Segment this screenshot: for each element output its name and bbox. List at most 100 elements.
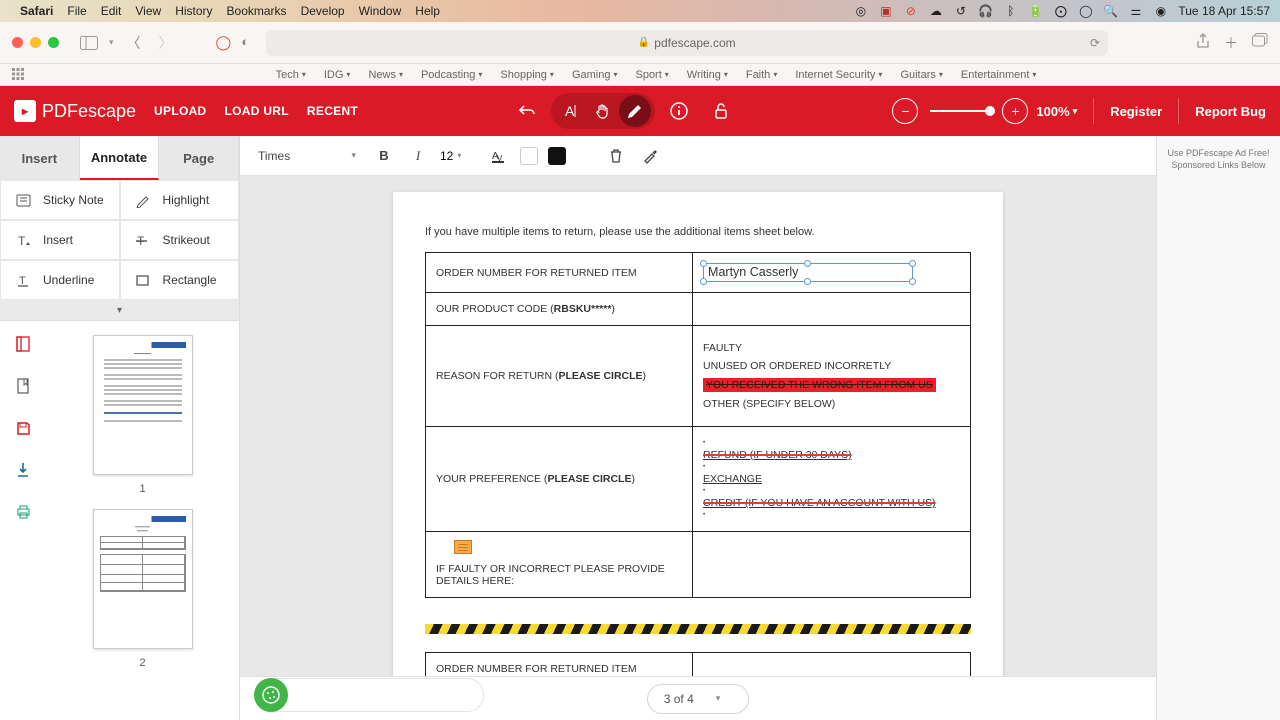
pan-tool-button[interactable] xyxy=(587,95,619,127)
resize-handle[interactable] xyxy=(804,260,811,267)
rectangle-tool[interactable]: Rectangle xyxy=(120,260,240,300)
bookmark-folder[interactable]: Writing▾ xyxy=(687,69,728,81)
ad-text[interactable]: Use PDFescape Ad Free! xyxy=(1163,148,1274,160)
opera-extension-icon[interactable]: ◯ xyxy=(216,34,232,51)
pref-option-strike[interactable]: REFUND (IF UNDER 30 DAYS) xyxy=(703,449,960,461)
text-color-button[interactable]: AV xyxy=(486,144,510,168)
bookmark-folder[interactable]: Gaming▾ xyxy=(572,69,618,81)
status-icon[interactable]: ▣ xyxy=(878,4,893,19)
sticky-note-tool[interactable]: Sticky Note xyxy=(0,180,120,220)
text-color-swatch[interactable] xyxy=(548,147,566,165)
menu-history[interactable]: History xyxy=(175,4,212,18)
page-thumbnail-2[interactable]: ━━━━━━━━━━━━ xyxy=(93,509,193,649)
menu-file[interactable]: File xyxy=(67,4,86,18)
zoom-value[interactable]: 100%▾ xyxy=(1036,104,1077,119)
lock-button[interactable] xyxy=(703,93,739,129)
new-tab-button[interactable]: ＋ xyxy=(1224,33,1238,53)
product-code-cell[interactable] xyxy=(693,293,971,326)
bookmark-folder[interactable]: Sport▾ xyxy=(635,69,668,81)
chevron-down-icon[interactable]: ▾ xyxy=(109,37,114,48)
save-button[interactable] xyxy=(14,419,32,437)
preference-cell[interactable]: • REFUND (IF UNDER 30 DAYS) • EXCHANGE •… xyxy=(693,427,971,532)
load-url-link[interactable]: LOAD URL xyxy=(225,104,289,118)
tab-page[interactable]: Page xyxy=(159,136,239,180)
menu-view[interactable]: View xyxy=(135,4,161,18)
bookmark-folder[interactable]: News▾ xyxy=(368,69,403,81)
sidebar-toggle-button[interactable] xyxy=(77,33,101,53)
editable-text-box[interactable]: Martyn Casserly xyxy=(703,263,913,282)
close-window-button[interactable] xyxy=(12,37,23,48)
zoom-out-button[interactable]: − xyxy=(892,98,918,124)
tab-insert[interactable]: Insert xyxy=(0,136,80,180)
bookmark-folder[interactable]: Faith▾ xyxy=(746,69,777,81)
upload-link[interactable]: UPLOAD xyxy=(154,104,206,118)
siri-icon[interactable]: ◉ xyxy=(1153,4,1168,19)
user-icon[interactable]: ◯ xyxy=(1078,4,1093,19)
bold-button[interactable]: B xyxy=(372,144,396,168)
menu-develop[interactable]: Develop xyxy=(301,4,345,18)
reason-option-highlighted[interactable]: YOU RECEIVED THE WRONG ITEM FROM US xyxy=(703,378,936,392)
bluetooth-icon[interactable]: ᛒ xyxy=(1003,4,1018,19)
document-scroll[interactable]: If you have multiple items to return, pl… xyxy=(240,176,1156,720)
resize-handle[interactable] xyxy=(909,278,916,285)
minimize-window-button[interactable] xyxy=(30,37,41,48)
reload-button[interactable]: ⟳ xyxy=(1090,36,1100,50)
zoom-window-button[interactable] xyxy=(48,37,59,48)
edit-tool-button[interactable] xyxy=(619,95,651,127)
wifi-icon[interactable]: ⨀ xyxy=(1053,4,1068,19)
bookmark-folder[interactable]: Guitars▾ xyxy=(900,69,942,81)
font-size-select[interactable]: 12▾ xyxy=(440,149,476,163)
italic-button[interactable]: I xyxy=(406,144,430,168)
battery-icon[interactable]: 🔋 xyxy=(1028,4,1043,19)
status-icon[interactable]: ⊘ xyxy=(903,4,918,19)
delete-button[interactable] xyxy=(604,144,628,168)
page-thumbnail-1[interactable]: ━━━━━━━ xyxy=(93,335,193,475)
menu-help[interactable]: Help xyxy=(415,4,440,18)
resize-handle[interactable] xyxy=(700,260,707,267)
recent-link[interactable]: RECENT xyxy=(307,104,358,118)
underline-tool[interactable]: TUnderline xyxy=(0,260,120,300)
text-tool-button[interactable]: A xyxy=(555,95,587,127)
shield-icon[interactable]: ◐ xyxy=(241,34,249,51)
highlight-tool[interactable]: Highlight xyxy=(120,180,240,220)
bookmark-folder[interactable]: IDG▾ xyxy=(324,69,351,81)
bookmark-folder[interactable]: Internet Security▾ xyxy=(795,69,882,81)
tab-annotate[interactable]: Annotate xyxy=(80,136,160,180)
details-cell[interactable] xyxy=(693,532,971,598)
url-bar[interactable]: ◯ ◐ 🔒 pdfescape.com ⟳ xyxy=(266,30,1108,56)
bookmark-folder[interactable]: Entertainment▾ xyxy=(961,69,1037,81)
resize-handle[interactable] xyxy=(700,278,707,285)
menu-edit[interactable]: Edit xyxy=(101,4,122,18)
sticky-note-annotation[interactable] xyxy=(454,540,472,554)
download-button[interactable] xyxy=(14,461,32,479)
info-button[interactable] xyxy=(661,93,697,129)
bookmark-folder[interactable]: Shopping▾ xyxy=(500,69,554,81)
zoom-in-button[interactable]: + xyxy=(1002,98,1028,124)
report-bug-link[interactable]: Report Bug xyxy=(1195,104,1266,119)
pdf-page[interactable]: If you have multiple items to return, pl… xyxy=(393,192,1003,720)
resize-handle[interactable] xyxy=(804,278,811,285)
expand-tools-button[interactable]: ▾ xyxy=(0,300,239,320)
back-button[interactable]: 〈 xyxy=(122,33,146,53)
print-button[interactable] xyxy=(14,503,32,521)
app-name[interactable]: Safari xyxy=(20,4,53,18)
apps-grid-icon[interactable] xyxy=(12,68,26,82)
cookie-settings-button[interactable] xyxy=(254,678,288,712)
insert-tool[interactable]: TInsert xyxy=(0,220,120,260)
reason-cell[interactable]: FAULTY UNUSED OR ORDERED INCORRETLY YOU … xyxy=(693,326,971,427)
forward-button[interactable]: 〉 xyxy=(154,33,178,53)
bookmark-folder[interactable]: Podcasting▾ xyxy=(421,69,482,81)
zoom-slider[interactable] xyxy=(930,110,990,112)
order-number-cell[interactable]: Martyn Casserly xyxy=(693,253,971,293)
spotlight-icon[interactable]: 🔍 xyxy=(1103,4,1118,19)
cloud-icon[interactable]: ☁ xyxy=(928,4,943,19)
pdfescape-logo[interactable]: ▸ PDFescape xyxy=(14,100,136,122)
share-button[interactable] xyxy=(1196,33,1210,53)
menu-window[interactable]: Window xyxy=(359,4,402,18)
pages-panel-button[interactable] xyxy=(14,335,32,353)
menubar-datetime[interactable]: Tue 18 Apr 15:57 xyxy=(1178,4,1270,18)
menu-bookmarks[interactable]: Bookmarks xyxy=(227,4,287,18)
bookmark-folder[interactable]: Tech▾ xyxy=(276,69,306,81)
strikeout-tool[interactable]: TStrikeout xyxy=(120,220,240,260)
register-link[interactable]: Register xyxy=(1110,104,1162,119)
